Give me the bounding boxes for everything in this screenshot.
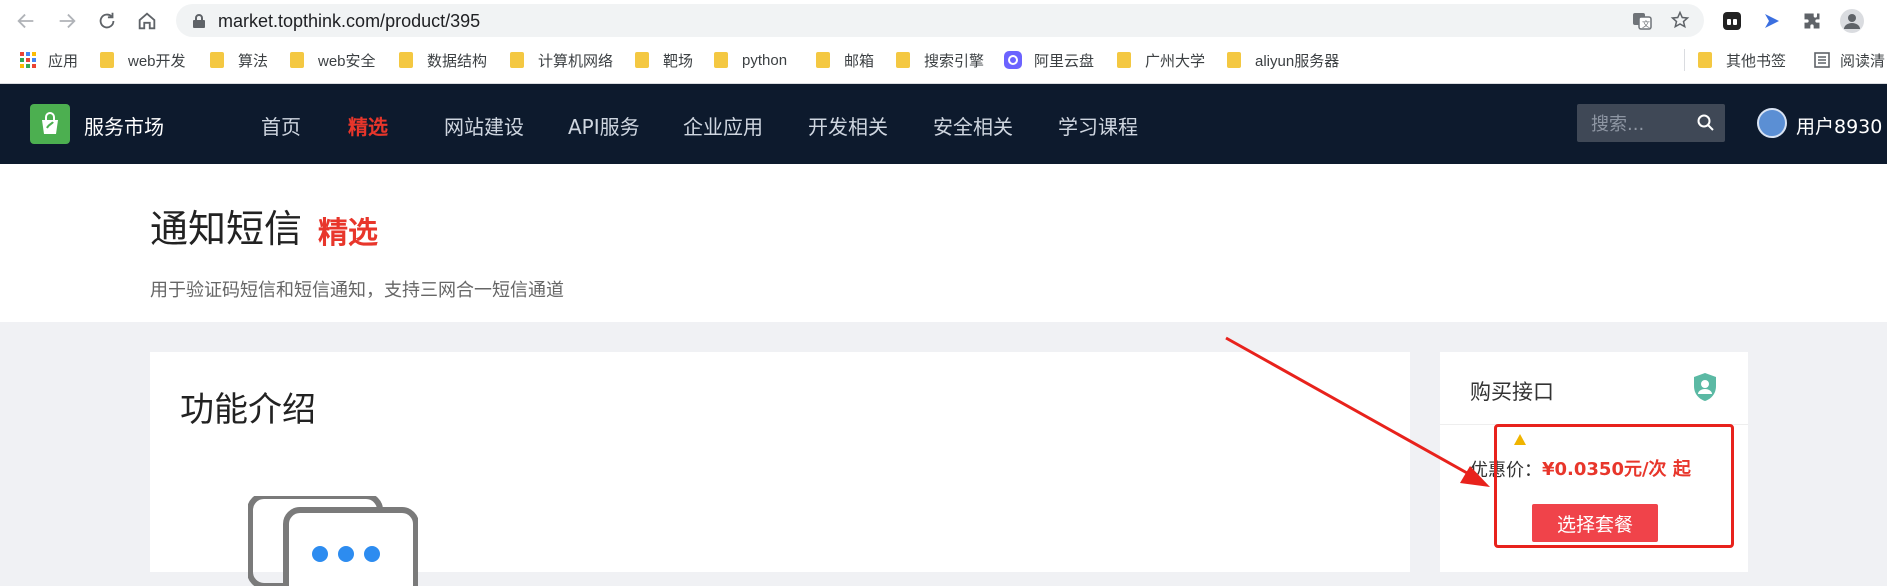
puzzle-icon [1804, 13, 1820, 29]
bookmark-folder[interactable]: python [714, 41, 787, 79]
folder-icon [1227, 52, 1241, 68]
dark-app-icon [1723, 12, 1741, 30]
bookmark-apps[interactable]: 应用 [20, 41, 78, 79]
reading-list-icon [1814, 52, 1830, 68]
nav-api[interactable]: API服务 [568, 111, 640, 140]
reload-icon [99, 12, 115, 29]
back-button[interactable] [14, 9, 38, 33]
reload-button[interactable] [95, 9, 119, 33]
bookmark-folder[interactable]: web安全 [290, 41, 376, 79]
folder-icon [510, 52, 524, 68]
highlight-box [1494, 424, 1734, 548]
bookmark-aliyun-drive[interactable]: 阿里云盘 [1004, 41, 1094, 79]
translate-icon[interactable]: 文 [1632, 11, 1652, 31]
nav-security[interactable]: 安全相关 [933, 111, 1013, 140]
bookmark-label: 算法 [238, 52, 269, 70]
bookmark-label: 广州大学 [1145, 52, 1206, 70]
sms-chat-icon [248, 496, 418, 586]
bookmark-folder[interactable]: 计算机网络 [510, 41, 613, 79]
bookmark-label: 数据结构 [427, 52, 488, 70]
bookmarks-separator [1684, 49, 1685, 71]
bookmark-folder[interactable]: web开发 [100, 41, 186, 79]
market-logo-icon[interactable] [30, 104, 70, 144]
avatar[interactable] [1757, 108, 1787, 138]
site-search [1577, 104, 1725, 144]
folder-icon [714, 52, 728, 68]
back-arrow-icon [17, 13, 34, 29]
bookmark-label: 应用 [48, 52, 79, 70]
url-text[interactable]: market.topthink.com/product/395 [218, 11, 480, 32]
home-icon [138, 12, 156, 30]
shield-user-icon [1694, 373, 1716, 401]
feature-intro-card: 功能介绍 [150, 352, 1410, 586]
folder-icon [1117, 52, 1131, 68]
bookmark-folder[interactable]: 邮箱 [816, 41, 874, 79]
bookmark-folder[interactable]: 搜索引擎 [896, 41, 984, 79]
bookmark-folder[interactable]: 算法 [210, 41, 268, 79]
bookmarks-bar: 应用 web开发 算法 web安全 数据结构 计算机网络 靶场 python 邮… [0, 41, 1887, 84]
bookmark-label: 其他书签 [1726, 52, 1787, 70]
product-title: 通知短信 [150, 207, 303, 251]
forward-button[interactable] [55, 9, 79, 33]
section-title: 功能介绍 [180, 390, 316, 430]
bookmark-label: 计算机网络 [538, 52, 614, 70]
extension-a[interactable] [1720, 9, 1744, 33]
folder-icon [816, 52, 830, 68]
star-icon[interactable] [1670, 10, 1690, 30]
svg-text:文: 文 [1642, 19, 1650, 29]
search-icon[interactable] [1697, 114, 1715, 132]
nav-courses[interactable]: 学习课程 [1058, 111, 1138, 140]
folder-icon [100, 52, 114, 68]
bookmark-label: 邮箱 [844, 52, 875, 70]
arrow-app-icon [1765, 14, 1779, 28]
search-input[interactable] [1577, 104, 1703, 144]
product-description: 用于验证码短信和短信通知，支持三网合一短信通道 [150, 280, 564, 301]
bookmark-folder[interactable]: 靶场 [635, 41, 693, 79]
apps-grid-icon [20, 52, 36, 68]
address-bar[interactable]: market.topthink.com/product/395 文 [176, 4, 1704, 37]
folder-icon [210, 52, 224, 68]
profile-icon [1840, 9, 1864, 33]
reading-list[interactable]: 阅读清 [1814, 41, 1885, 79]
bookmark-label: aliyun服务器 [1255, 52, 1340, 70]
extensions-button[interactable] [1800, 9, 1824, 33]
product-hero: 通知短信 精选 用于验证码短信和短信通知，支持三网合一短信通道 [0, 164, 1887, 322]
nav-featured[interactable]: 精选 [348, 111, 388, 140]
nav-enterprise[interactable]: 企业应用 [683, 111, 763, 140]
bookmark-folder[interactable]: 广州大学 [1117, 41, 1205, 79]
bookmark-label: 搜索引擎 [924, 52, 985, 70]
bookmark-folder[interactable]: aliyun服务器 [1227, 41, 1339, 79]
bookmark-label: 阅读清 [1840, 52, 1886, 70]
nav-dev[interactable]: 开发相关 [808, 111, 888, 140]
browser-toolbar: market.topthink.com/product/395 文 [0, 0, 1887, 41]
bookmark-label: web安全 [318, 52, 376, 70]
folder-icon [1698, 52, 1712, 68]
profile-button[interactable] [1840, 9, 1864, 33]
featured-badge: 精选 [318, 216, 378, 251]
folder-icon [635, 52, 649, 68]
forward-arrow-icon [59, 13, 76, 29]
other-bookmarks[interactable]: 其他书签 [1698, 41, 1786, 79]
folder-icon [896, 52, 910, 68]
purchase-title: 购买接口 [1470, 380, 1554, 404]
extension-b[interactable] [1760, 9, 1784, 33]
bookmark-label: 靶场 [663, 52, 694, 70]
folder-icon [399, 52, 413, 68]
username[interactable]: 用户8930 [1796, 112, 1882, 139]
home-button[interactable] [135, 9, 159, 33]
brand-name[interactable]: 服务市场 [84, 111, 164, 140]
folder-icon [290, 52, 304, 68]
nav-website[interactable]: 网站建设 [444, 111, 524, 140]
bookmark-folder[interactable]: 数据结构 [399, 41, 487, 79]
site-header: 服务市场 首页 精选 网站建设 API服务 企业应用 开发相关 安全相关 学习课… [0, 84, 1887, 164]
bookmark-label: 阿里云盘 [1034, 52, 1095, 70]
bookmark-label: web开发 [128, 52, 186, 70]
cloud-drive-icon [1004, 51, 1022, 69]
lock-icon [193, 14, 205, 28]
nav-home[interactable]: 首页 [261, 111, 301, 140]
bookmark-label: python [742, 51, 788, 69]
